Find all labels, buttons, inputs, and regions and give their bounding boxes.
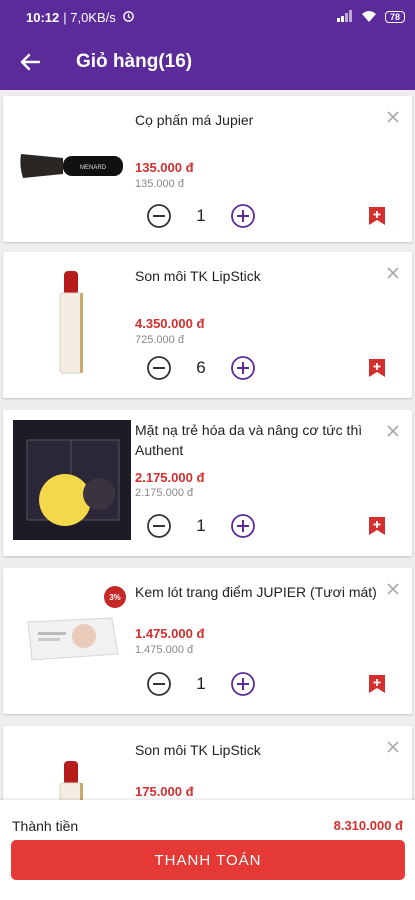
bookmark-add-icon[interactable] [368,516,386,536]
app-bar: Giỏ hàng(16) [0,34,415,90]
close-icon[interactable] [386,424,400,438]
product-price: 135.000 đ [135,160,194,175]
product-old-price: 725.000 đ [135,334,184,346]
bookmark-add-icon[interactable] [368,358,386,378]
discount-badge: 3% [104,586,126,608]
cart-item: Mặt nạ trẻ hóa da và nâng cơ tức thì Aut… [3,410,412,556]
product-image[interactable] [13,262,131,382]
page-title: Giỏ hàng(16) [76,51,193,72]
checkout-button[interactable]: THANH TOÁN [11,840,405,880]
alarm-icon [122,9,135,25]
quantity-stepper: 1 [146,513,256,539]
close-icon[interactable] [386,266,400,280]
product-image[interactable] [13,420,131,540]
quantity-value[interactable]: 1 [172,674,230,694]
minus-icon[interactable] [146,355,172,381]
plus-icon[interactable] [230,671,256,697]
bookmark-add-icon[interactable] [368,206,386,226]
cart-item: Son môi TK LipStick 175.000 đ [3,726,412,800]
product-old-price: 1.475.000 đ [135,644,194,656]
quantity-value[interactable]: 1 [172,516,230,536]
product-name[interactable]: Son môi TK LipStick [135,266,378,286]
close-icon[interactable] [386,740,400,754]
cart-item: 3% Kem lót trang điểm JUPIER (Tươi mát) … [3,568,412,714]
product-name[interactable]: Mặt nạ trẻ hóa da và nâng cơ tức thì Aut… [135,420,378,460]
total-value: 8.310.000 đ [333,818,403,833]
plus-icon[interactable] [230,203,256,229]
cart-item: MENARD Cọ phấn má Jupier 135.000 đ 135.0… [3,96,412,242]
quantity-stepper: 6 [146,355,256,381]
minus-icon[interactable] [146,203,172,229]
brand-logo: MENARD [80,165,107,171]
plus-icon[interactable] [230,513,256,539]
network-speed: | 7,0KB/s [63,9,116,25]
quantity-value[interactable]: 1 [172,206,230,226]
product-price: 2.175.000 đ [135,470,205,485]
minus-icon[interactable] [146,513,172,539]
product-name[interactable]: Son môi TK LipStick [135,740,378,760]
wifi-icon [361,10,377,25]
cart-item: Son môi TK LipStick 4.350.000 đ 725.000 … [3,252,412,398]
quantity-value[interactable]: 6 [172,358,230,378]
product-price: 1.475.000 đ [135,626,205,641]
total-label: Thành tiền [12,818,79,834]
product-price: 4.350.000 đ [135,316,205,331]
plus-icon[interactable] [230,355,256,381]
battery-indicator: 78 [384,11,405,23]
signal-icon [336,9,353,25]
product-name[interactable]: Cọ phấn má Jupier [135,110,378,130]
quantity-stepper: 1 [146,203,256,229]
product-image[interactable] [13,736,131,800]
product-old-price: 2.175.000 đ [135,487,194,499]
checkout-bar: Thành tiền 8.310.000 đ THANH TOÁN [0,800,415,900]
product-price: 175.000 đ [135,784,194,799]
back-button[interactable] [0,34,60,90]
minus-icon[interactable] [146,671,172,697]
status-time: 10:12 [26,9,60,25]
cart-list[interactable]: MENARD Cọ phấn má Jupier 135.000 đ 135.0… [0,90,415,800]
bookmark-add-icon[interactable] [368,674,386,694]
product-name[interactable]: Kem lót trang điểm JUPIER (Tươi mát) [135,582,378,602]
quantity-stepper: 1 [146,671,256,697]
status-bar: 10:12 | 7,0KB/s 78 [0,0,415,34]
close-icon[interactable] [386,582,400,596]
product-old-price: 135.000 đ [135,178,184,190]
arrow-left-icon [20,53,40,71]
close-icon[interactable] [386,110,400,124]
product-image[interactable]: MENARD [13,106,131,226]
